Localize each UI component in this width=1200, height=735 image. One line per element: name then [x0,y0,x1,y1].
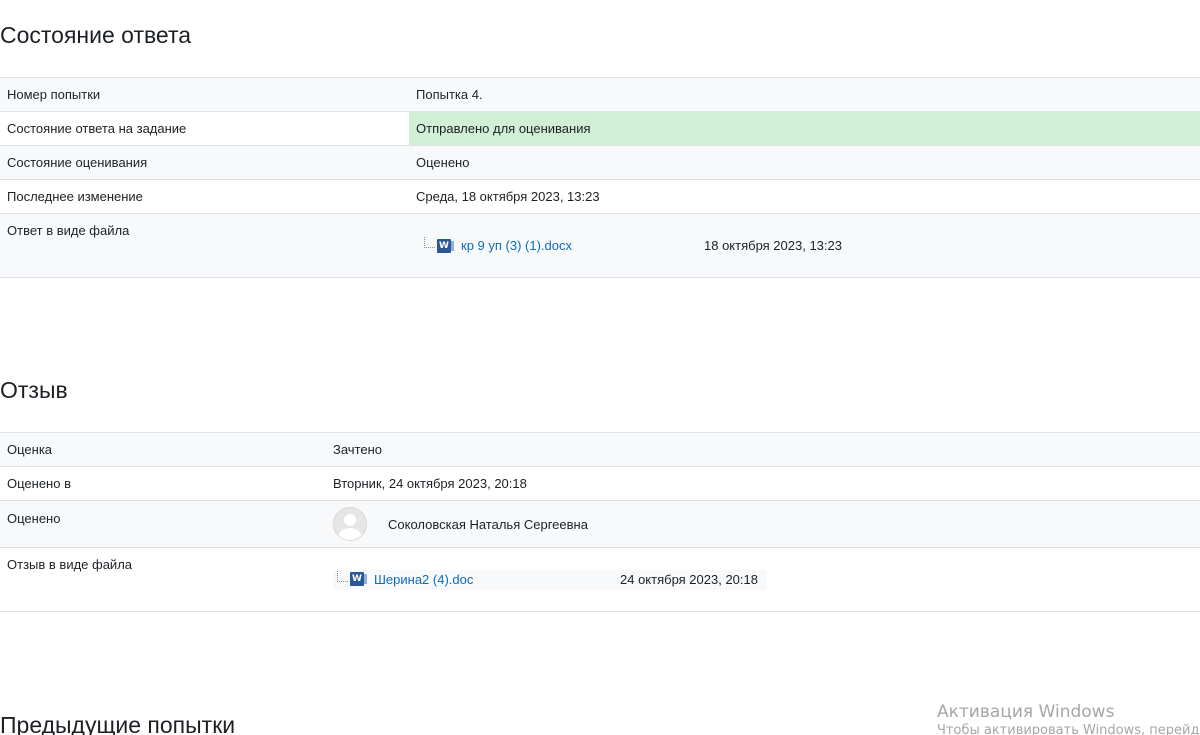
grade-label: Оценка [7,442,53,457]
file-entry: W кр 9 уп (3) (1).docx 18 октября 2023, … [424,237,842,253]
feedback-table: Оценка Зачтено Оценено в Вторник, 24 окт… [0,432,1200,612]
attempt-number-label: Номер попытки [7,87,101,102]
file-submission-label: Ответ в виде файла [7,223,130,238]
grading-status-value: Оценено [416,155,470,170]
table-row: Оценено Соколовская Наталья Сергеевна [0,500,1200,547]
tree-connector-icon [337,570,348,582]
table-row: Номер попытки Попытка 4. [0,78,1200,111]
submission-status-label: Состояние ответа на задание [7,121,187,136]
previous-attempts-heading: Предыдущие попытки [0,712,236,735]
submitted-file-link[interactable]: кр 9 уп (3) (1).docx [461,238,572,253]
graded-on-value: Вторник, 24 октября 2023, 20:18 [333,476,527,491]
last-modified-value: Среда, 18 октября 2023, 13:23 [416,189,600,204]
table-row: Состояние оценивания Оценено [0,145,1200,179]
graded-by-label: Оценено [7,511,61,526]
table-row: Оценка Зачтено [0,433,1200,466]
tree-connector-icon [424,237,435,248]
table-row: Отзыв в виде файла W Шерина2 (4).doc 24 … [0,547,1200,611]
watermark-subtitle: Чтобы активировать Windows, перейдите [937,723,1200,735]
table-row: Оценено в Вторник, 24 октября 2023, 20:1… [0,466,1200,500]
submission-status-value: Отправлено для оценивания [409,112,1200,145]
watermark-title: Активация Windows [937,702,1115,722]
last-modified-label: Последнее изменение [7,189,143,204]
submission-status-heading: Состояние ответа [0,22,192,48]
file-entry: W Шерина2 (4).doc 24 октября 2023, 20:18 [333,570,767,590]
attempt-number-value: Попытка 4. [416,87,483,102]
feedback-file-link[interactable]: Шерина2 (4).doc [374,572,473,587]
table-row: Состояние ответа на задание Отправлено д… [0,111,1200,145]
table-row: Ответ в виде файла W кр 9 уп (3) (1).doc… [0,213,1200,277]
feedback-heading: Отзыв [0,377,68,403]
file-submission-value: W кр 9 уп (3) (1).docx 18 октября 2023, … [409,214,1200,277]
graded-by-value: Соколовская Наталья Сергеевна [326,501,1200,547]
feedback-files-label: Отзыв в виде файла [7,557,133,572]
feedback-files-value: W Шерина2 (4).doc 24 октября 2023, 20:18 [326,548,1200,611]
table-row: Последнее изменение Среда, 18 октября 20… [0,179,1200,213]
assignment-page: Состояние ответа Номер попытки Попытка 4… [0,0,1200,735]
default-user-avatar-icon[interactable] [333,507,367,541]
grading-status-label: Состояние оценивания [7,155,148,170]
submission-status-table: Номер попытки Попытка 4. Состояние ответ… [0,77,1200,278]
windows-activation-watermark: Активация Windows Чтобы активировать Win… [937,701,1200,735]
grade-value: Зачтено [333,442,383,457]
submitted-file-date: 18 октября 2023, 13:23 [704,238,842,253]
word-doc-icon: W [437,238,454,253]
feedback-file-date: 24 октября 2023, 20:18 [620,571,758,587]
word-doc-icon: W [350,572,367,586]
grader-name[interactable]: Соколовская Наталья Сергеевна [388,517,588,532]
graded-on-label: Оценено в [7,476,71,491]
